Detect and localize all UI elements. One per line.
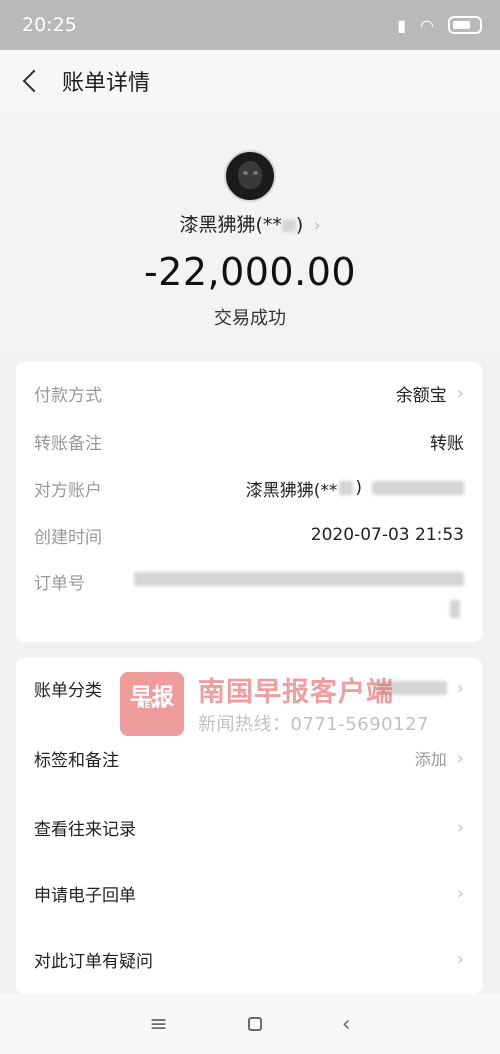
detail-value: 余额宝 (395, 385, 447, 406)
menu-item-label: 查看往来记录 (34, 819, 136, 840)
menu-item-action: 添加 (414, 750, 447, 769)
back-icon[interactable]: ‹ (342, 1012, 351, 1037)
detail-value: 转账 (430, 433, 464, 454)
payee-suffix: ) (295, 214, 304, 236)
chevron-right-icon: › (456, 816, 464, 838)
blurred-text (281, 219, 296, 232)
chevron-right-icon: › (456, 948, 464, 970)
detail-value: 2020-07-03 21:53 (310, 525, 464, 545)
chevron-right-icon: › (456, 382, 464, 404)
menu-item-label: 申请电子回单 (34, 885, 136, 906)
signal-icon: ▮ (397, 15, 407, 35)
status-icons: ▮ ◠ (397, 16, 482, 35)
detail-row-payment-method[interactable]: 付款方式 余额宝 › (34, 378, 464, 408)
menu-item-e-receipt[interactable]: 申请电子回单 › (34, 875, 464, 911)
status-bar: 20:25 ▮ ◠ (0, 0, 500, 50)
chevron-right-icon: › (456, 677, 464, 699)
payee-row[interactable]: 漆黑狒狒(**) › (0, 210, 500, 237)
actions-card: 账单分类 › 标签和备注 添加 › 查看往来记录 › 申请电子回单 › 对此订单有… (16, 658, 482, 994)
details-card: 付款方式 余额宝 › 转账备注 转账 对方账户 漆黑狒狒(**) 创建时间 202… (16, 362, 482, 642)
blurred-category (376, 681, 447, 695)
menu-icon[interactable]: ≡ (149, 1012, 167, 1037)
detail-label: 创建时间 (34, 527, 102, 548)
blurred-account-number (372, 481, 464, 495)
amount: -22,000.00 (143, 250, 357, 294)
detail-label: 转账备注 (34, 433, 102, 454)
detail-label: 订单号 (34, 573, 85, 594)
battery-icon (448, 16, 482, 34)
menu-item-label: 标签和备注 (34, 750, 119, 771)
chevron-right-icon: › (313, 215, 321, 236)
detail-value: 漆黑狒狒(** (245, 480, 338, 501)
detail-row-remark: 转账备注 转账 (34, 426, 464, 456)
menu-item-label: 对此订单有疑问 (34, 951, 153, 972)
menu-item-label: 账单分类 (34, 680, 102, 701)
blurred-order-number (134, 572, 464, 586)
status-time: 20:25 (22, 14, 77, 36)
transaction-header: 漆黑狒狒(**) › -22,000.00 交易成功 (0, 112, 500, 352)
back-arrow-icon[interactable] (16, 66, 46, 96)
detail-row-created-time: 创建时间 2020-07-03 21:53 (34, 520, 464, 550)
status-text: 交易成功 (214, 308, 286, 329)
chevron-right-icon: › (456, 747, 464, 769)
wifi-icon: ◠ (420, 15, 434, 35)
menu-item-bill-category[interactable]: 账单分类 › (34, 670, 464, 706)
chevron-right-icon: › (456, 882, 464, 904)
detail-label: 对方账户 (34, 480, 102, 501)
home-icon[interactable] (247, 1017, 262, 1031)
avatar[interactable] (224, 150, 276, 202)
page-title: 账单详情 (62, 71, 151, 96)
payee-name: 漆黑狒狒(** (179, 214, 282, 236)
menu-item-tags-notes[interactable]: 标签和备注 添加 › (34, 740, 464, 776)
blurred-text (339, 481, 354, 495)
detail-row-account: 对方账户 漆黑狒狒(**) (34, 473, 464, 503)
nav-bar: 账单详情 (0, 50, 500, 112)
system-nav-bar: ≡ ‹ (0, 994, 500, 1054)
menu-item-dispute[interactable]: 对此订单有疑问 › (34, 941, 464, 977)
blurred-order-number-tail (450, 600, 460, 618)
menu-item-history[interactable]: 查看往来记录 › (34, 809, 464, 845)
detail-label: 付款方式 (34, 385, 102, 406)
